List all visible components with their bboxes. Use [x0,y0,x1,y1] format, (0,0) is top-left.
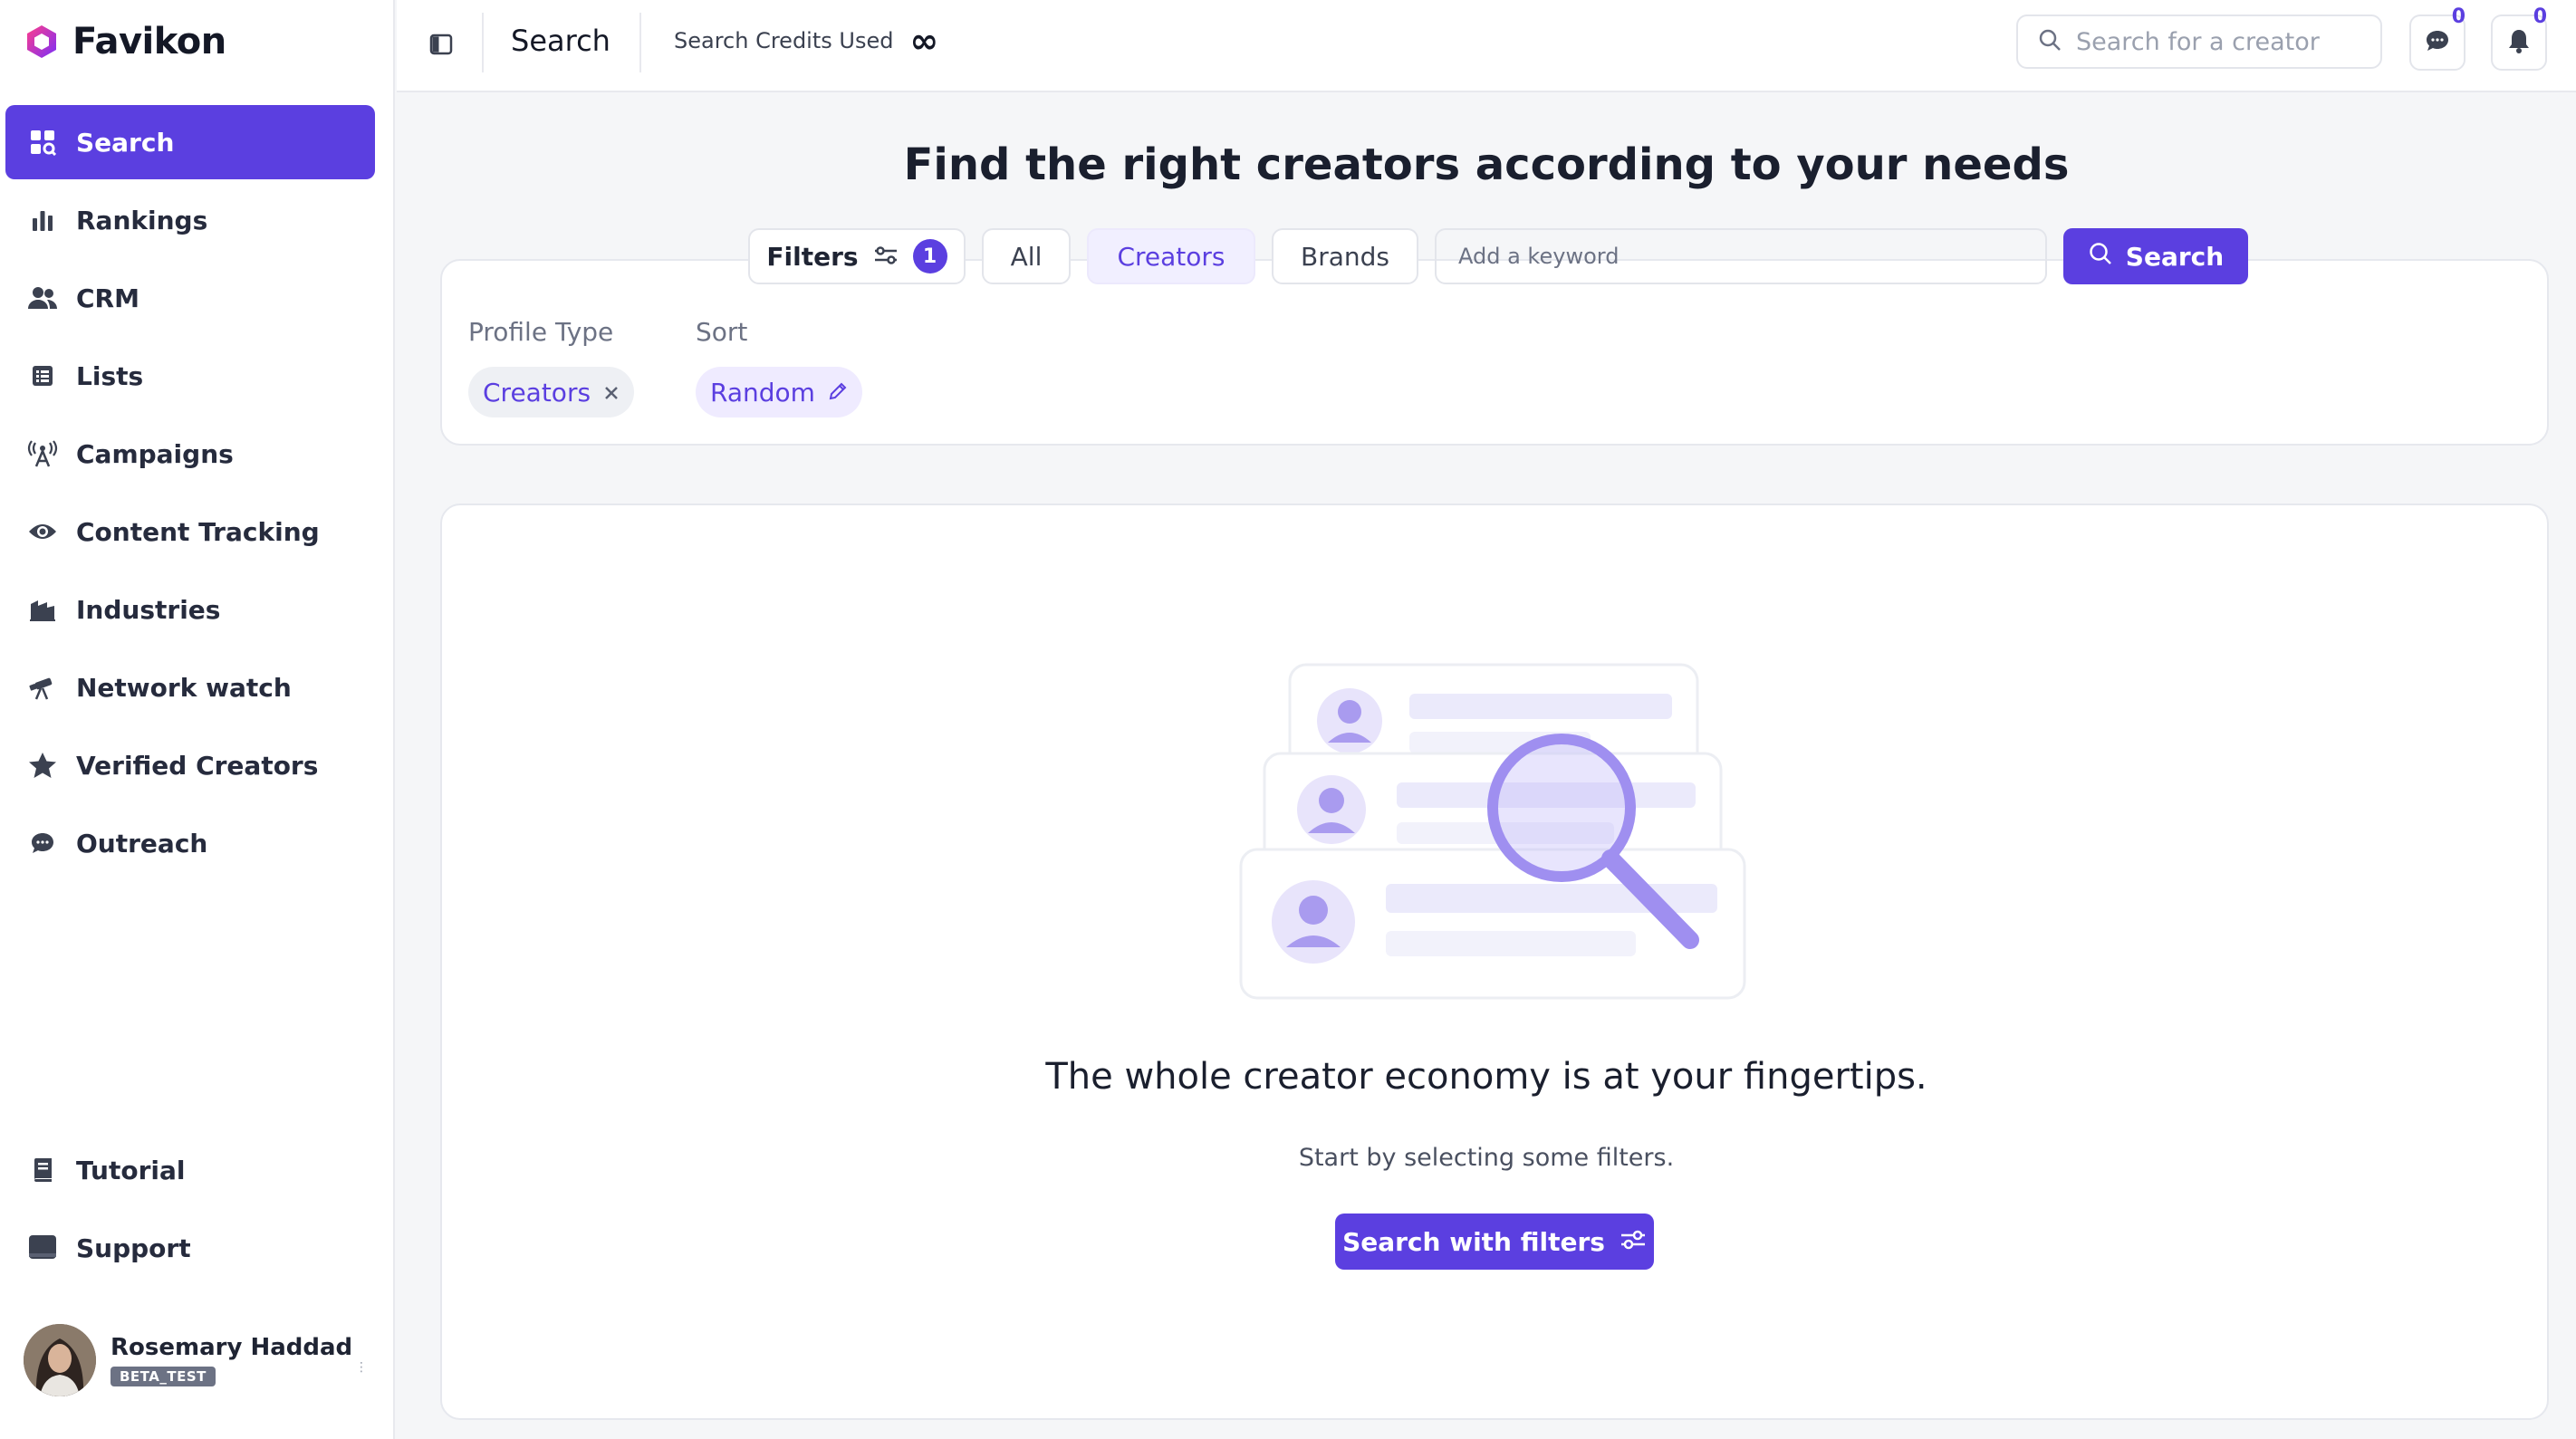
sidebar-bottom-nav: Tutorial Support [5,1133,375,1289]
logo[interactable]: Favikon [24,18,226,65]
app-name: Favikon [72,21,226,62]
filter-group-label: Profile Type [468,317,614,347]
sort-chip[interactable]: Random [696,367,862,417]
sidebar-item-industries[interactable]: Industries [5,572,375,647]
sidebar-item-verified-creators[interactable]: Verified Creators [5,728,375,802]
search-button-label: Search [2125,241,2225,272]
search-button[interactable]: Search [2063,228,2248,284]
book-icon [27,1155,58,1185]
sidebar-item-lists[interactable]: Lists [5,339,375,413]
close-icon[interactable] [603,378,620,408]
tab-brands[interactable]: Brands [1272,228,1418,284]
sidebar-item-label: Content Tracking [76,516,320,547]
sidebar-item-tutorial[interactable]: Tutorial [5,1133,375,1207]
sidebar-item-crm[interactable]: CRM [5,261,375,335]
empty-state-title: The whole creator economy is at your fin… [1045,1056,1927,1098]
sidebar-item-network-watch[interactable]: Network watch [5,650,375,724]
user-info: Rosemary Haddad BETA_TEST [111,1334,352,1386]
sidebar-nav: Search Rankings CRM Lists Campaigns Cont… [5,105,375,884]
more-icon[interactable]: ⋮ [355,1360,368,1375]
sidebar: Favikon Search Rankings CRM Lists Campai… [0,0,395,1439]
sidebar-item-campaigns[interactable]: Campaigns [5,417,375,491]
sliders-icon [1620,1227,1647,1257]
divider [639,13,641,72]
search-with-filters-button[interactable]: Search with filters [1335,1214,1654,1270]
sidebar-item-label: CRM [76,283,139,313]
sidebar-item-label: Campaigns [76,438,234,469]
sidebar-item-rankings[interactable]: Rankings [5,183,375,257]
sidebar-item-label: Search [76,127,175,158]
filter-group-profile-type: Profile Type Creators [468,317,635,417]
sidebar-item-label: Network watch [76,672,292,703]
infinity-icon: ∞ [909,21,939,61]
sidebar-item-label: Outreach [76,828,208,859]
filters-button[interactable]: Filters 1 [748,228,966,284]
keyword-input[interactable] [1458,244,2045,269]
notifications-button[interactable]: 0 [2491,5,2547,71]
cta-label: Search with filters [1342,1226,1605,1257]
user-name: Rosemary Haddad [111,1334,353,1361]
search-credits: Search Credits Used ∞ [674,21,939,61]
sidebar-item-outreach[interactable]: Outreach [5,806,375,880]
search-icon [2088,241,2113,273]
bar-chart-icon [27,205,58,235]
sidebar-item-content-tracking[interactable]: Content Tracking [5,494,375,569]
sidebar-item-label: Industries [76,594,221,625]
empty-state-subtitle: Start by selecting some filters. [1298,1144,1675,1172]
user-badge: BETA_TEST [111,1367,216,1386]
messages-button[interactable]: 0 [2409,5,2465,71]
sidebar-item-label: Support [76,1233,191,1263]
chat-icon [2425,28,2450,57]
filters-count-badge: 1 [912,239,947,273]
keyword-field[interactable] [1435,228,2047,284]
notifications-count: 0 [2533,5,2547,28]
profile-type-chip[interactable]: Creators [468,367,635,417]
pencil-icon[interactable] [828,378,848,408]
chip-label: Creators [483,377,591,408]
eye-icon [27,516,58,547]
inbox-icon [27,1233,58,1263]
filters-label: Filters [766,241,859,272]
topbar: Search Search Credits Used ∞ 0 0 [397,0,2576,92]
page-headline: Find the right creators according to you… [903,139,2070,190]
telescope-icon [27,672,58,703]
users-icon [27,283,58,313]
divider [482,13,484,72]
tab-creators[interactable]: Creators [1087,228,1255,284]
chip-label: Random [710,377,815,408]
industry-icon [27,594,58,625]
sidebar-item-support[interactable]: Support [5,1211,375,1285]
sliders-icon [873,242,899,272]
star-icon [27,750,58,781]
sidebar-item-label: Lists [76,360,144,391]
filter-group-label: Sort [696,317,748,347]
tab-all[interactable]: All [982,228,1071,284]
sidebar-toggle-icon[interactable] [424,27,458,62]
creator-search-input[interactable] [2076,27,2366,56]
credits-label: Search Credits Used [674,28,894,53]
sidebar-item-label: Verified Creators [76,750,319,781]
avatar [24,1324,96,1396]
broadcast-icon [27,438,58,469]
search-icon [2038,28,2062,55]
creator-search-field[interactable] [2016,14,2382,69]
search-controls: Filters 1 All Creators Brands Search [748,228,2248,284]
favikon-logo-icon [27,25,56,58]
chat-icon [27,828,58,859]
page-title: Search [511,24,610,58]
bell-icon [2507,28,2531,57]
sidebar-item-label: Tutorial [76,1155,186,1185]
messages-count: 0 [2451,5,2465,28]
sidebar-item-label: Rankings [76,205,208,235]
filter-group-sort: Sort Random [696,317,862,417]
list-icon [27,360,58,391]
user-profile[interactable]: Rosemary Haddad BETA_TEST ⋮ [24,1324,368,1396]
sidebar-item-search[interactable]: Search [5,105,375,179]
search-grid-icon [27,127,58,158]
empty-state-illustration [1239,663,1746,1000]
